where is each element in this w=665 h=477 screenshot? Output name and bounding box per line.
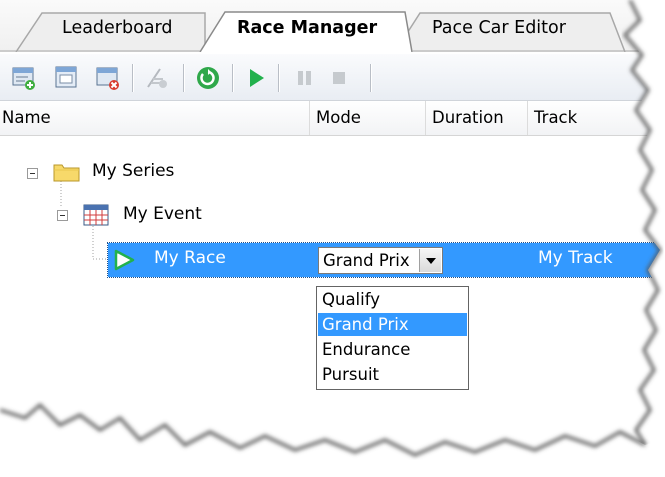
race-manager-window: Leaderboard Race Manager Pace Car Editor	[0, 0, 665, 477]
torn-edge-decoration	[0, 0, 665, 477]
